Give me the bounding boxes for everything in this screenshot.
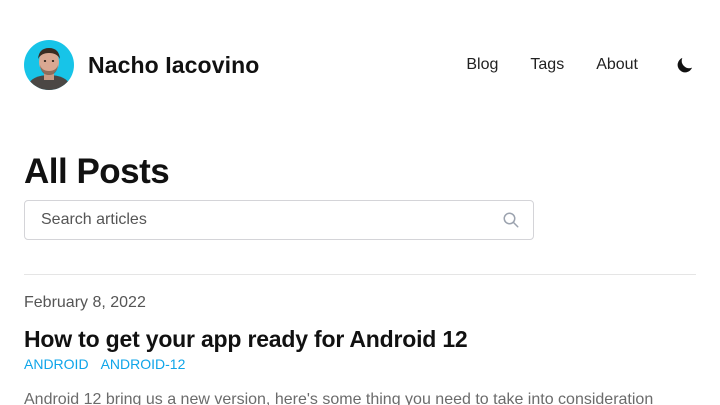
theme-toggle-button[interactable] bbox=[674, 54, 696, 76]
brand-link[interactable]: Nacho Iacovino bbox=[24, 40, 259, 90]
page: Nacho Iacovino Blog Tags About All Posts… bbox=[0, 0, 720, 405]
search-icon bbox=[501, 210, 521, 230]
nav-link-blog[interactable]: Blog bbox=[466, 56, 498, 74]
site-header: Nacho Iacovino Blog Tags About bbox=[24, 40, 696, 90]
nav-link-tags[interactable]: Tags bbox=[530, 56, 564, 74]
post-tags: ANDROID ANDROID-12 bbox=[24, 356, 197, 372]
avatar bbox=[24, 40, 74, 90]
page-title: All Posts bbox=[24, 152, 170, 191]
avatar-image bbox=[24, 40, 74, 90]
search-input[interactable] bbox=[25, 201, 501, 239]
moon-icon bbox=[677, 57, 693, 73]
post-summary: Android 12 bring us a new version, here'… bbox=[24, 391, 654, 405]
main-nav: Blog Tags About bbox=[466, 54, 696, 76]
tag-link-android-12[interactable]: ANDROID-12 bbox=[101, 356, 186, 372]
post-date: February 8, 2022 bbox=[24, 294, 146, 311]
site-name: Nacho Iacovino bbox=[88, 51, 260, 78]
search-box bbox=[24, 200, 534, 240]
post-title-link[interactable]: How to get your app ready for Android 12 bbox=[24, 324, 468, 354]
nav-link-about[interactable]: About bbox=[596, 56, 638, 74]
divider bbox=[24, 274, 696, 275]
tag-link-android[interactable]: ANDROID bbox=[24, 356, 89, 372]
